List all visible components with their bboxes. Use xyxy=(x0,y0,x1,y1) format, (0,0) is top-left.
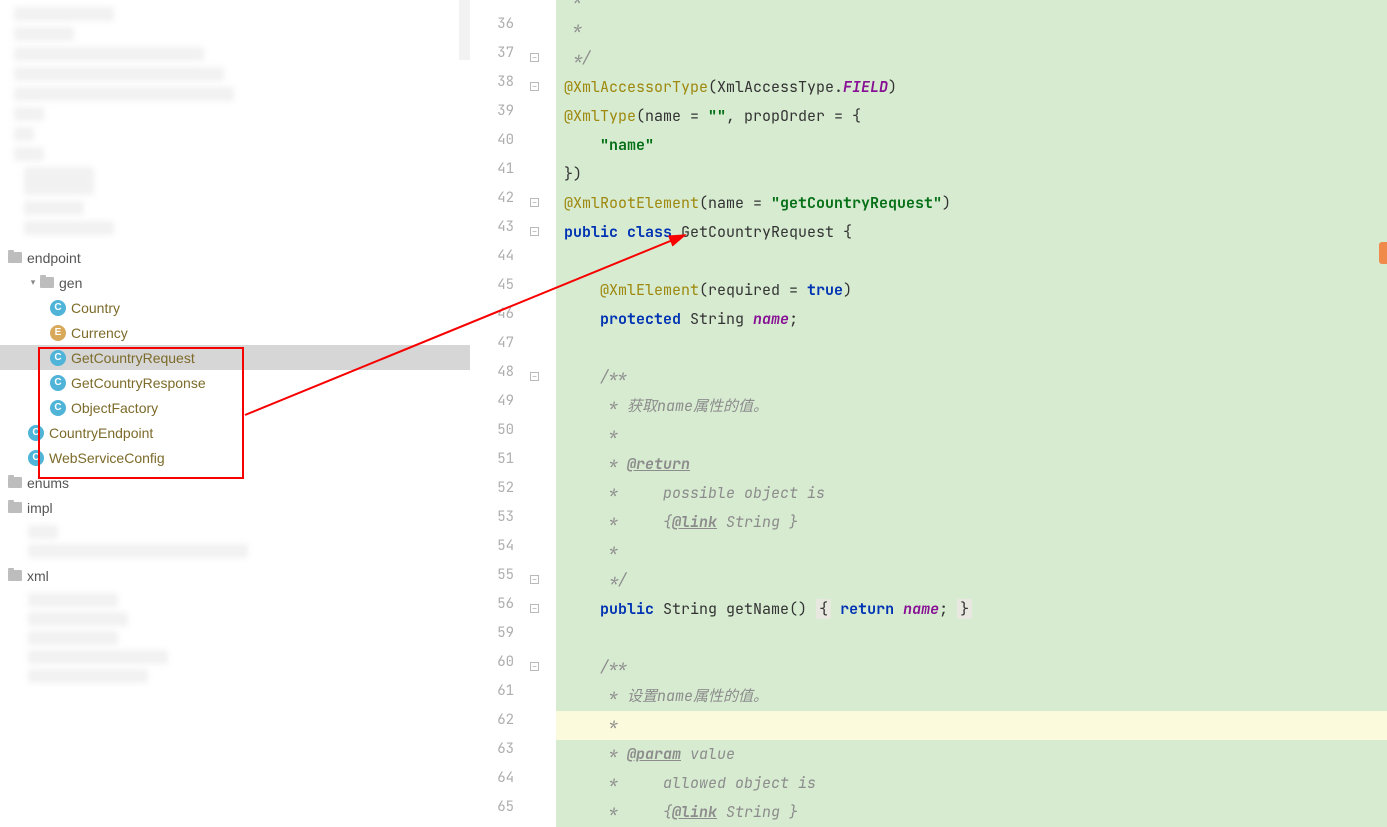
fold-toggle[interactable]: − xyxy=(530,662,539,671)
file-label: GetCountryResponse xyxy=(71,375,206,391)
enum-icon: E xyxy=(50,325,66,341)
folder-label: endpoint xyxy=(27,250,81,266)
folder-endpoint[interactable]: endpoint xyxy=(0,245,470,270)
file-label: Country xyxy=(71,300,120,316)
line-gutter: 3536373839404142434445464748495051525354… xyxy=(470,0,526,826)
code-line[interactable]: * xyxy=(556,537,1387,566)
folder-icon xyxy=(8,477,22,488)
code-line[interactable]: @XmlElement(required = true) xyxy=(556,276,1387,305)
code-line[interactable]: * {@link String } xyxy=(556,508,1387,537)
file-label: ObjectFactory xyxy=(71,400,158,416)
class-icon: C xyxy=(50,375,66,391)
code-line[interactable]: * possible object is xyxy=(556,479,1387,508)
folder-icon xyxy=(8,570,22,581)
class-icon: C xyxy=(50,400,66,416)
code-line[interactable]: /** xyxy=(556,363,1387,392)
file-currency[interactable]: E Currency xyxy=(0,320,470,345)
folder-impl[interactable]: impl xyxy=(0,495,470,520)
fold-toggle[interactable]: − xyxy=(530,198,539,207)
folder-icon xyxy=(8,252,22,263)
code-line[interactable]: /** xyxy=(556,653,1387,682)
file-label: CountryEndpoint xyxy=(49,425,153,441)
class-icon: C xyxy=(50,300,66,316)
project-tree-panel[interactable]: endpoint ▾ gen C Country E Currency C GetCoun… xyxy=(0,0,470,826)
code-line[interactable]: * @param value xyxy=(556,740,1387,769)
code-line[interactable]: protected String name; xyxy=(556,305,1387,334)
code-line[interactable]: public class GetCountryRequest { xyxy=(556,218,1387,247)
editor-marker xyxy=(1379,242,1387,264)
code-line[interactable] xyxy=(556,247,1387,276)
class-icon: C xyxy=(28,450,44,466)
code-line[interactable]: * @return xyxy=(556,450,1387,479)
code-line[interactable]: * 获取name属性的值。 xyxy=(556,392,1387,421)
file-objectfactory[interactable]: C ObjectFactory xyxy=(0,395,470,420)
code-line[interactable] xyxy=(556,334,1387,363)
folder-icon xyxy=(8,502,22,513)
fold-toggle[interactable]: − xyxy=(530,604,539,613)
fold-toggle[interactable]: − xyxy=(530,227,539,236)
file-getcountryresponse[interactable]: C GetCountryResponse xyxy=(0,370,470,395)
sidebar-scrollbar[interactable] xyxy=(459,0,470,60)
file-country[interactable]: C Country xyxy=(0,295,470,320)
folder-label: enums xyxy=(27,475,69,491)
code-area[interactable]: * * */@XmlAccessorType(XmlAccessType.FIE… xyxy=(556,0,1387,826)
code-line[interactable]: * {@link String } xyxy=(556,798,1387,827)
code-line[interactable] xyxy=(556,624,1387,653)
folder-xml[interactable]: xml xyxy=(0,563,470,588)
code-line[interactable]: * allowed object is xyxy=(556,769,1387,798)
code-line[interactable]: * xyxy=(556,711,1387,740)
code-line[interactable]: public String getName() { return name; } xyxy=(556,595,1387,624)
code-line[interactable]: * xyxy=(556,421,1387,450)
folder-label: xml xyxy=(27,568,49,584)
folder-gen[interactable]: ▾ gen xyxy=(0,270,470,295)
fold-toggle[interactable]: − xyxy=(530,53,539,62)
code-line[interactable]: }) xyxy=(556,160,1387,189)
code-line[interactable]: */ xyxy=(556,566,1387,595)
file-label: GetCountryRequest xyxy=(71,350,195,366)
code-line[interactable]: * xyxy=(556,0,1387,15)
fold-toggle[interactable]: − xyxy=(530,575,539,584)
class-icon: C xyxy=(50,350,66,366)
file-label: Currency xyxy=(71,325,128,341)
code-line[interactable]: @XmlAccessorType(XmlAccessType.FIELD) xyxy=(556,73,1387,102)
folder-label: impl xyxy=(27,500,53,516)
file-webserviceconfig[interactable]: C WebServiceConfig xyxy=(0,445,470,470)
fold-column[interactable]: − − − − − − − − xyxy=(526,0,556,826)
fold-toggle[interactable]: − xyxy=(530,82,539,91)
code-line[interactable]: */ xyxy=(556,44,1387,73)
file-countryendpoint[interactable]: C CountryEndpoint xyxy=(0,420,470,445)
folder-enums[interactable]: enums xyxy=(0,470,470,495)
chevron-down-icon: ▾ xyxy=(28,278,38,288)
code-editor[interactable]: 3536373839404142434445464748495051525354… xyxy=(470,0,1387,826)
folder-label: gen xyxy=(59,275,82,291)
code-line[interactable]: @XmlRootElement(name = "getCountryReques… xyxy=(556,189,1387,218)
code-line[interactable]: @XmlType(name = "", propOrder = { xyxy=(556,102,1387,131)
class-icon: C xyxy=(28,425,44,441)
code-line[interactable]: * 设置name属性的值。 xyxy=(556,682,1387,711)
code-line[interactable]: "name" xyxy=(556,131,1387,160)
file-label: WebServiceConfig xyxy=(49,450,165,466)
folder-icon xyxy=(40,277,54,288)
file-getcountryrequest[interactable]: C GetCountryRequest xyxy=(0,345,470,370)
fold-toggle[interactable]: − xyxy=(530,372,539,381)
code-line[interactable]: * xyxy=(556,15,1387,44)
